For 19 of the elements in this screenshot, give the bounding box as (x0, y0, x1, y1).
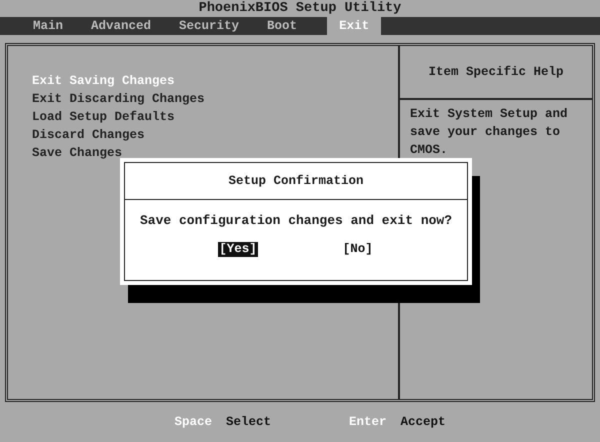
help-text: Exit System Setup and save your changes to CMOS. (409, 106, 569, 159)
key-action: Accept (400, 415, 446, 429)
menu-item[interactable]: Discard Changes (32, 126, 145, 144)
key-action: Select (226, 415, 271, 429)
help-title: Item Specific Help (400, 46, 592, 100)
menu-item[interactable]: Save Changes (32, 144, 122, 162)
dialog-button[interactable]: [No] (342, 242, 374, 257)
dialog-button[interactable]: [Yes] (218, 242, 258, 257)
menu-tab[interactable]: Security (171, 17, 248, 35)
menu-item[interactable]: Exit Discarding Changes (32, 90, 205, 108)
menu-tab[interactable]: Boot (259, 17, 306, 35)
menu-tab[interactable]: Main (25, 17, 72, 35)
key-label: Space (174, 415, 212, 429)
window-title: PhoenixBIOS Setup Utility (198, 0, 402, 17)
menu-tab[interactable]: Advanced (83, 17, 160, 35)
dialog-message: Save configuration changes and exit now? (138, 213, 454, 228)
key-label: Enter (349, 415, 387, 429)
menu-item[interactable]: Load Setup Defaults (32, 108, 175, 126)
dialog-title: Setup Confirmation (125, 163, 467, 200)
